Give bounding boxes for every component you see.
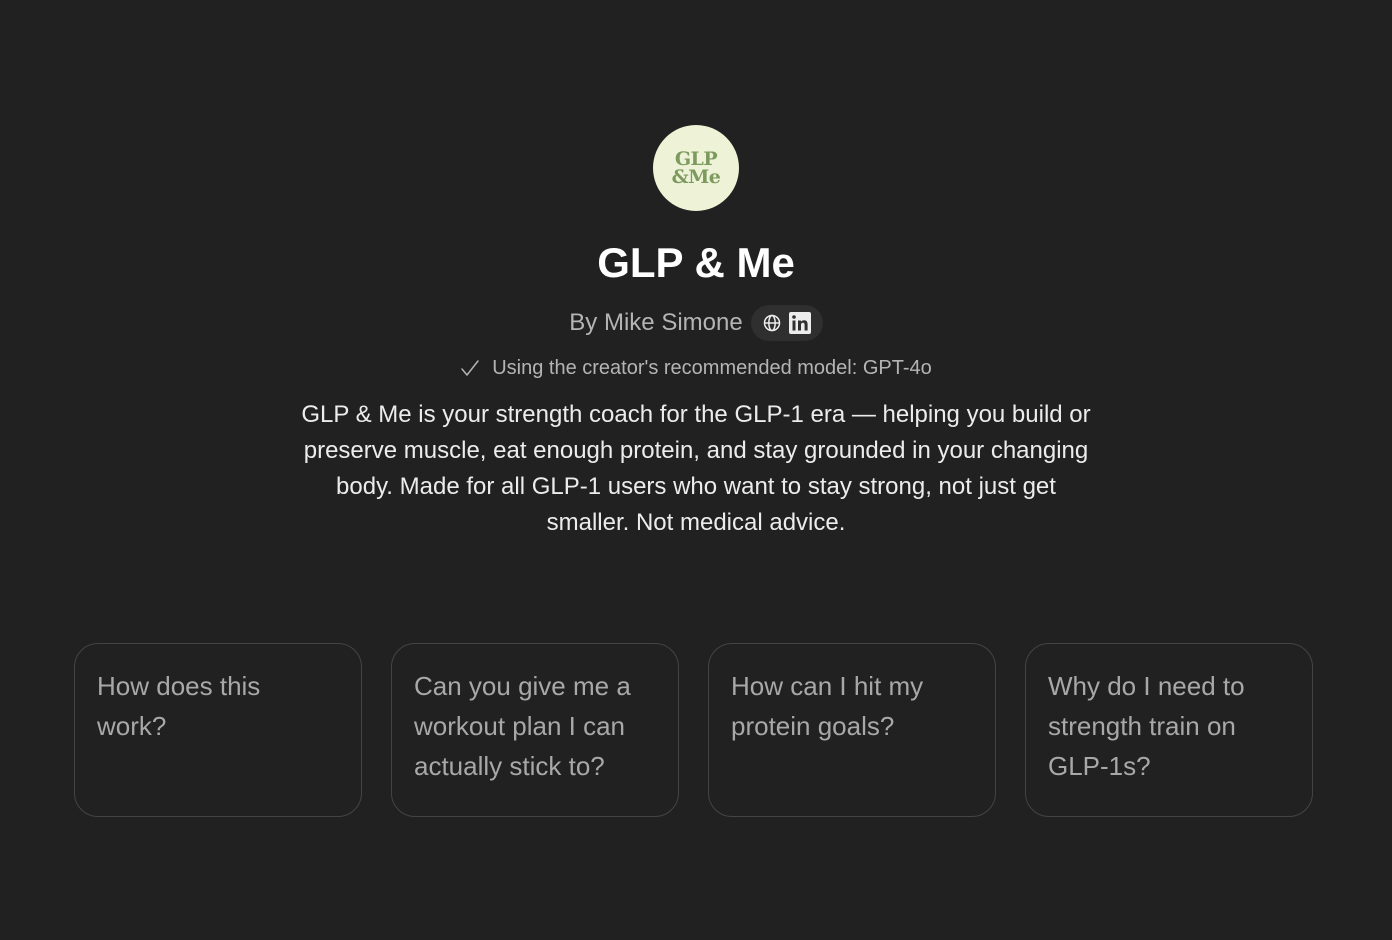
- gpt-landing-page: GLP &Me GLP & Me By Mike Simone Using th…: [0, 0, 1392, 940]
- starter-card-strength-train[interactable]: Why do I need to strength train on GLP-1…: [1025, 643, 1313, 817]
- author-name: By Mike Simone: [569, 309, 743, 336]
- starter-card-how-it-works[interactable]: How does this work?: [74, 643, 362, 817]
- conversation-starters: How does this work? Can you give me a wo…: [74, 643, 1313, 817]
- starter-label: How can I hit my protein goals?: [731, 671, 924, 741]
- starter-card-protein-goals[interactable]: How can I hit my protein goals?: [708, 643, 996, 817]
- gpt-description: GLP & Me is your strength coach for the …: [301, 401, 1091, 536]
- gpt-header: GLP &Me GLP & Me By Mike Simone Using th…: [0, 0, 1392, 541]
- gpt-logo: GLP &Me: [653, 125, 739, 211]
- starter-card-workout-plan[interactable]: Can you give me a workout plan I can act…: [391, 643, 679, 817]
- social-links: [750, 305, 823, 341]
- starter-label: Can you give me a workout plan I can act…: [414, 671, 631, 781]
- starter-label: Why do I need to strength train on GLP-1…: [1048, 671, 1245, 781]
- author-byline: By Mike Simone: [569, 305, 823, 341]
- linkedin-icon[interactable]: [788, 312, 811, 334]
- globe-icon[interactable]: [763, 314, 781, 332]
- logo-text-line2: &Me: [671, 166, 721, 188]
- check-icon: [460, 358, 480, 378]
- starter-label: How does this work?: [97, 671, 261, 741]
- recommended-model-note: Using the creator's recommended model: G…: [460, 354, 932, 382]
- model-note-text: Using the creator's recommended model: G…: [492, 357, 932, 379]
- gpt-title: GLP & Me: [597, 239, 795, 286]
